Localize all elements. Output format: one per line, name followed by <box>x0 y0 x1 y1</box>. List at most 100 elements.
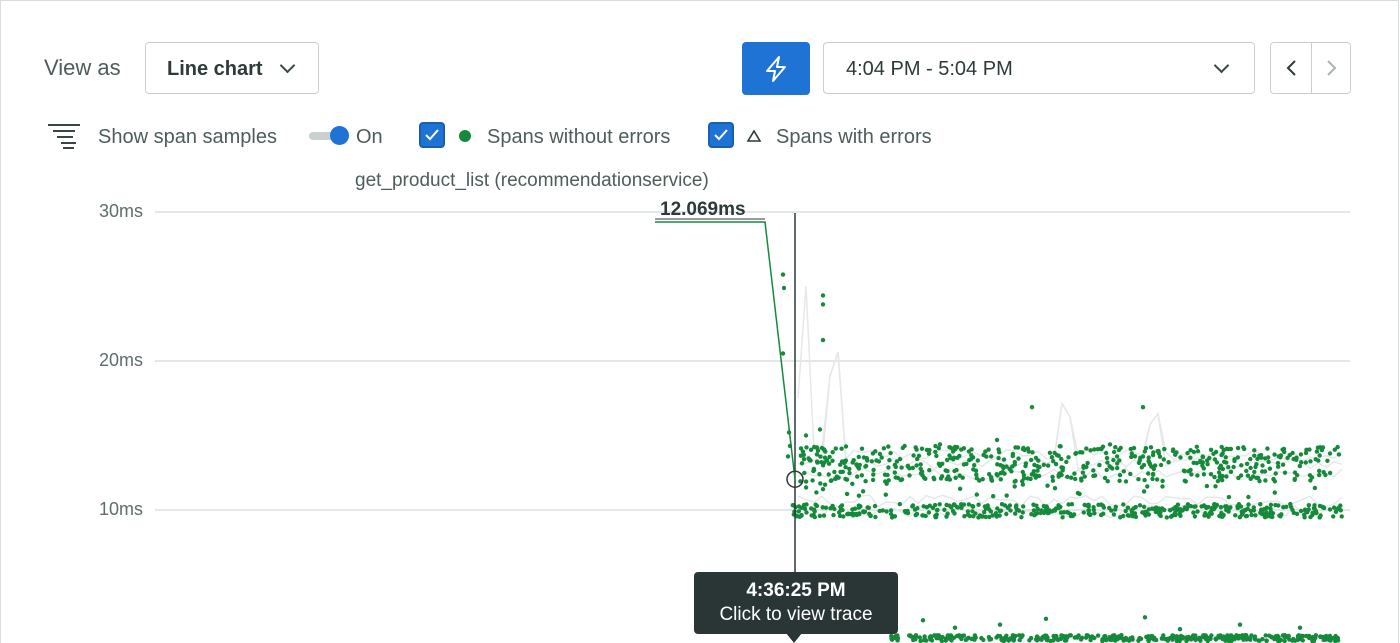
span-point <box>1050 474 1055 480</box>
span-point <box>1264 638 1269 643</box>
span-point <box>822 460 827 465</box>
scatter-plot-area[interactable] <box>0 0 1400 643</box>
span-point <box>1314 449 1320 454</box>
span-point <box>1273 636 1278 641</box>
span-point <box>1263 633 1268 638</box>
span-point <box>1308 459 1313 464</box>
span-point <box>949 505 954 510</box>
span-point <box>1266 459 1271 465</box>
span-point <box>1133 504 1138 510</box>
span-point <box>1105 460 1110 465</box>
span-point <box>927 503 932 508</box>
span-point <box>995 473 1000 478</box>
span-point <box>1291 636 1296 642</box>
span-point <box>1265 446 1270 451</box>
span-point <box>996 447 1001 452</box>
span-point <box>1268 502 1274 507</box>
span-point <box>1243 507 1248 513</box>
span-point <box>856 505 862 510</box>
span-point <box>1192 504 1197 509</box>
span-point <box>1166 460 1171 465</box>
span-point <box>1160 484 1165 489</box>
span-point <box>1267 466 1273 471</box>
span-point <box>920 618 926 623</box>
span-point <box>818 454 823 459</box>
span-point <box>1137 503 1143 508</box>
span-point <box>1180 634 1186 640</box>
span-point <box>945 457 950 463</box>
span-point <box>1200 454 1205 459</box>
span-point <box>1069 475 1074 480</box>
span-point <box>1239 463 1244 468</box>
span-point <box>799 505 804 510</box>
span-point <box>1141 504 1147 509</box>
span-point <box>976 502 981 507</box>
span-point <box>971 514 976 519</box>
trace-tooltip[interactable]: 4:36:25 PM Click to view trace <box>694 572 898 634</box>
span-point <box>850 507 855 512</box>
span-point <box>969 447 974 452</box>
span-point <box>1182 505 1188 510</box>
span-point <box>887 458 892 463</box>
span-point <box>1160 506 1165 511</box>
span-point <box>1115 461 1120 466</box>
span-point <box>822 482 828 487</box>
span-point <box>812 508 817 514</box>
span-point <box>1158 462 1164 468</box>
span-point <box>914 463 919 468</box>
span-point <box>839 459 845 464</box>
span-point <box>957 486 963 491</box>
span-point <box>864 455 869 461</box>
span-point <box>798 446 804 451</box>
span-point <box>1123 479 1129 484</box>
span-point <box>914 512 919 517</box>
span-point <box>1031 502 1036 507</box>
span-point <box>1107 505 1112 511</box>
span-point <box>1019 515 1024 520</box>
span-point <box>933 443 938 449</box>
span-point <box>1008 508 1013 513</box>
span-point <box>1012 479 1017 484</box>
span-point <box>832 469 837 475</box>
span-point <box>1224 474 1229 479</box>
span-point <box>954 467 959 473</box>
span-point <box>1139 465 1145 470</box>
span-point <box>952 511 957 516</box>
span-point <box>1228 505 1233 510</box>
span-point <box>1315 445 1321 450</box>
span-point <box>955 455 960 460</box>
span-point <box>1150 472 1156 477</box>
span-point <box>1021 504 1026 509</box>
span-point <box>894 636 899 641</box>
span-point <box>1292 476 1298 482</box>
span-point <box>1306 503 1312 508</box>
span-point <box>911 453 916 458</box>
span-point <box>1058 444 1063 449</box>
span-point <box>1246 494 1251 500</box>
span-point <box>1205 462 1210 467</box>
span-point <box>923 476 928 481</box>
span-point <box>801 457 807 462</box>
span-point <box>1260 469 1265 474</box>
hover-value-label: 12.069ms <box>660 199 746 220</box>
span-point <box>1107 442 1113 447</box>
span-point <box>1260 463 1265 468</box>
span-point <box>1316 458 1321 463</box>
span-point <box>1173 452 1178 457</box>
span-point <box>1254 462 1259 467</box>
span-point <box>1339 514 1344 519</box>
span-point <box>942 507 947 512</box>
span-point <box>1223 455 1229 460</box>
span-point <box>987 637 992 642</box>
span-point <box>927 468 932 473</box>
span-point <box>1244 461 1250 466</box>
span-point <box>1268 506 1273 511</box>
span-point <box>1155 510 1161 515</box>
span-point <box>874 458 879 463</box>
span-point <box>1121 513 1126 519</box>
span-point <box>850 481 855 486</box>
span-point <box>965 512 971 517</box>
span-point <box>1141 489 1147 494</box>
span-point <box>780 272 786 277</box>
span-point <box>866 505 871 510</box>
